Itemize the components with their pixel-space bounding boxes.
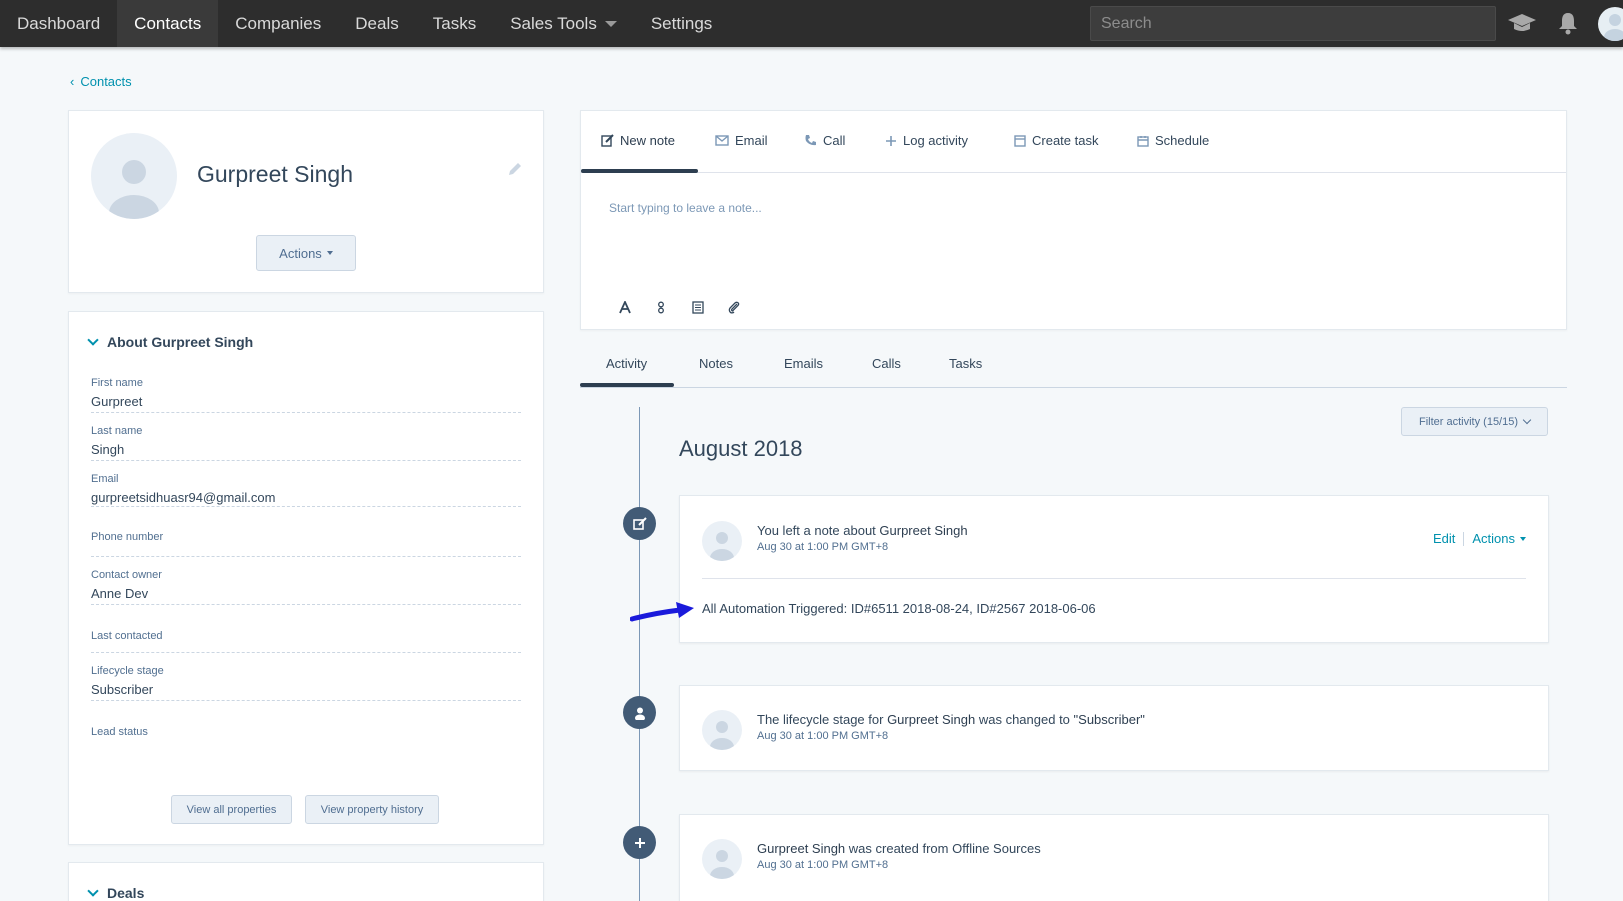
tab-create-task[interactable]: Create task bbox=[1014, 133, 1098, 148]
view-property-history-button[interactable]: View property history bbox=[305, 795, 439, 824]
deals-section-header[interactable]: Deals bbox=[87, 885, 144, 901]
about-contact-card: About Gurpreet Singh First name Gurpreet… bbox=[68, 311, 544, 845]
deals-card: Deals bbox=[68, 862, 544, 901]
nav-item-dashboard[interactable]: Dashboard bbox=[0, 0, 117, 47]
timeline-month-header: August 2018 bbox=[679, 436, 803, 461]
contact-timeline-icon bbox=[623, 696, 656, 729]
chevron-down-icon bbox=[1522, 415, 1532, 425]
lifecycle-title: The lifecycle stage for Gurpreet Singh w… bbox=[757, 712, 1145, 727]
created-timeline-icon bbox=[623, 826, 656, 859]
about-section-header[interactable]: About Gurpreet Singh bbox=[87, 334, 253, 350]
created-timestamp: Aug 30 at 1:00 PM GMT+8 bbox=[757, 859, 889, 871]
tab-calls[interactable]: Calls bbox=[872, 356, 901, 371]
task-icon bbox=[1014, 134, 1026, 147]
caret-down-icon bbox=[326, 251, 333, 255]
contact-name: Gurpreet Singh bbox=[197, 161, 353, 187]
note-actions: Edit Actions bbox=[1433, 531, 1526, 546]
note-input[interactable]: Start typing to leave a note... bbox=[609, 201, 762, 215]
property-last-contacted[interactable]: Last contacted bbox=[91, 630, 521, 653]
avatar bbox=[702, 521, 742, 561]
property-first-name[interactable]: First name Gurpreet bbox=[91, 377, 521, 413]
nav-item-tasks[interactable]: Tasks bbox=[416, 0, 493, 47]
created-title: Gurpreet Singh was created from Offline … bbox=[757, 841, 1041, 856]
calendar-icon bbox=[1137, 135, 1149, 147]
plus-icon bbox=[886, 135, 896, 146]
tab-schedule[interactable]: Schedule bbox=[1137, 133, 1209, 148]
chevron-left-icon: ‹ bbox=[70, 74, 75, 89]
text-format-icon[interactable] bbox=[618, 299, 632, 315]
composer-tabs: New note Email Call Log activity Create … bbox=[581, 111, 1566, 173]
view-all-properties-button[interactable]: View all properties bbox=[171, 795, 292, 824]
envelope-icon bbox=[715, 135, 729, 146]
profile-card: Gurpreet Singh Actions bbox=[68, 110, 544, 293]
attachment-icon[interactable] bbox=[727, 299, 741, 315]
note-actions-menu[interactable]: Actions bbox=[1472, 531, 1526, 546]
tab-new-note[interactable]: New note bbox=[601, 133, 675, 148]
edit-note-link[interactable]: Edit bbox=[1433, 531, 1455, 546]
pencil-square-icon bbox=[601, 134, 614, 147]
note-timeline-icon bbox=[623, 507, 656, 540]
nav-item-settings[interactable]: Settings bbox=[634, 0, 729, 47]
avatar bbox=[702, 710, 742, 750]
snippet-icon[interactable] bbox=[691, 299, 705, 315]
property-lead-status[interactable]: Lead status bbox=[91, 726, 521, 746]
nav-item-contacts[interactable]: Contacts bbox=[117, 0, 219, 47]
property-email[interactable]: Email gurpreetsidhuasr94@gmail.com bbox=[91, 473, 521, 507]
note-timestamp: Aug 30 at 1:00 PM GMT+8 bbox=[757, 541, 889, 553]
personalize-icon[interactable] bbox=[654, 299, 668, 315]
caret-down-icon bbox=[1520, 536, 1526, 541]
breadcrumb-contacts[interactable]: ‹ Contacts bbox=[70, 74, 132, 89]
chevron-down-icon bbox=[87, 334, 99, 346]
search-input[interactable] bbox=[1090, 6, 1496, 41]
nav-item-companies[interactable]: Companies bbox=[218, 0, 338, 47]
edit-pencil-icon[interactable] bbox=[507, 161, 523, 177]
graduation-cap-icon[interactable] bbox=[1505, 10, 1539, 36]
caret-down-icon bbox=[604, 20, 617, 27]
divider bbox=[702, 578, 1526, 579]
filter-activity-button[interactable]: Filter activity (15/15) bbox=[1401, 407, 1548, 436]
property-phone-number[interactable]: Phone number bbox=[91, 531, 521, 557]
phone-icon bbox=[805, 135, 816, 146]
property-lifecycle-stage[interactable]: Lifecycle stage Subscriber bbox=[91, 665, 521, 701]
tab-call[interactable]: Call bbox=[804, 133, 845, 148]
tab-notes[interactable]: Notes bbox=[699, 356, 733, 371]
nav-item-deals[interactable]: Deals bbox=[338, 0, 415, 47]
activity-composer: New note Email Call Log activity Create … bbox=[580, 110, 1567, 330]
lifecycle-activity-card: The lifecycle stage for Gurpreet Singh w… bbox=[679, 685, 1549, 771]
created-activity-card: Gurpreet Singh was created from Offline … bbox=[679, 814, 1549, 901]
active-tab-indicator bbox=[580, 383, 674, 387]
tab-email[interactable]: Email bbox=[715, 133, 768, 148]
lifecycle-timestamp: Aug 30 at 1:00 PM GMT+8 bbox=[757, 730, 889, 742]
note-body: All Automation Triggered: ID#6511 2018-0… bbox=[702, 601, 1096, 616]
note-activity-card: You left a note about Gurpreet Singh Aug… bbox=[679, 495, 1549, 643]
tab-tasks[interactable]: Tasks bbox=[949, 356, 982, 371]
tab-activity[interactable]: Activity bbox=[606, 356, 647, 371]
active-tab-indicator bbox=[581, 169, 698, 173]
divider bbox=[1463, 531, 1465, 546]
tab-log-activity[interactable]: Log activity bbox=[885, 133, 968, 148]
contact-avatar bbox=[91, 133, 177, 219]
bell-icon[interactable] bbox=[1555, 10, 1581, 36]
tab-emails[interactable]: Emails bbox=[784, 356, 823, 371]
activity-tabs: Activity Notes Emails Calls Tasks bbox=[580, 348, 1567, 388]
annotation-arrow-icon bbox=[630, 602, 694, 622]
chevron-down-icon bbox=[87, 885, 99, 897]
property-contact-owner[interactable]: Contact owner Anne Dev bbox=[91, 569, 521, 605]
avatar bbox=[702, 839, 742, 879]
profile-actions-button[interactable]: Actions bbox=[256, 235, 356, 271]
note-title: You left a note about Gurpreet Singh bbox=[757, 523, 968, 538]
property-last-name[interactable]: Last name Singh bbox=[91, 425, 521, 461]
nav-item-sales-tools[interactable]: Sales Tools bbox=[493, 0, 634, 47]
